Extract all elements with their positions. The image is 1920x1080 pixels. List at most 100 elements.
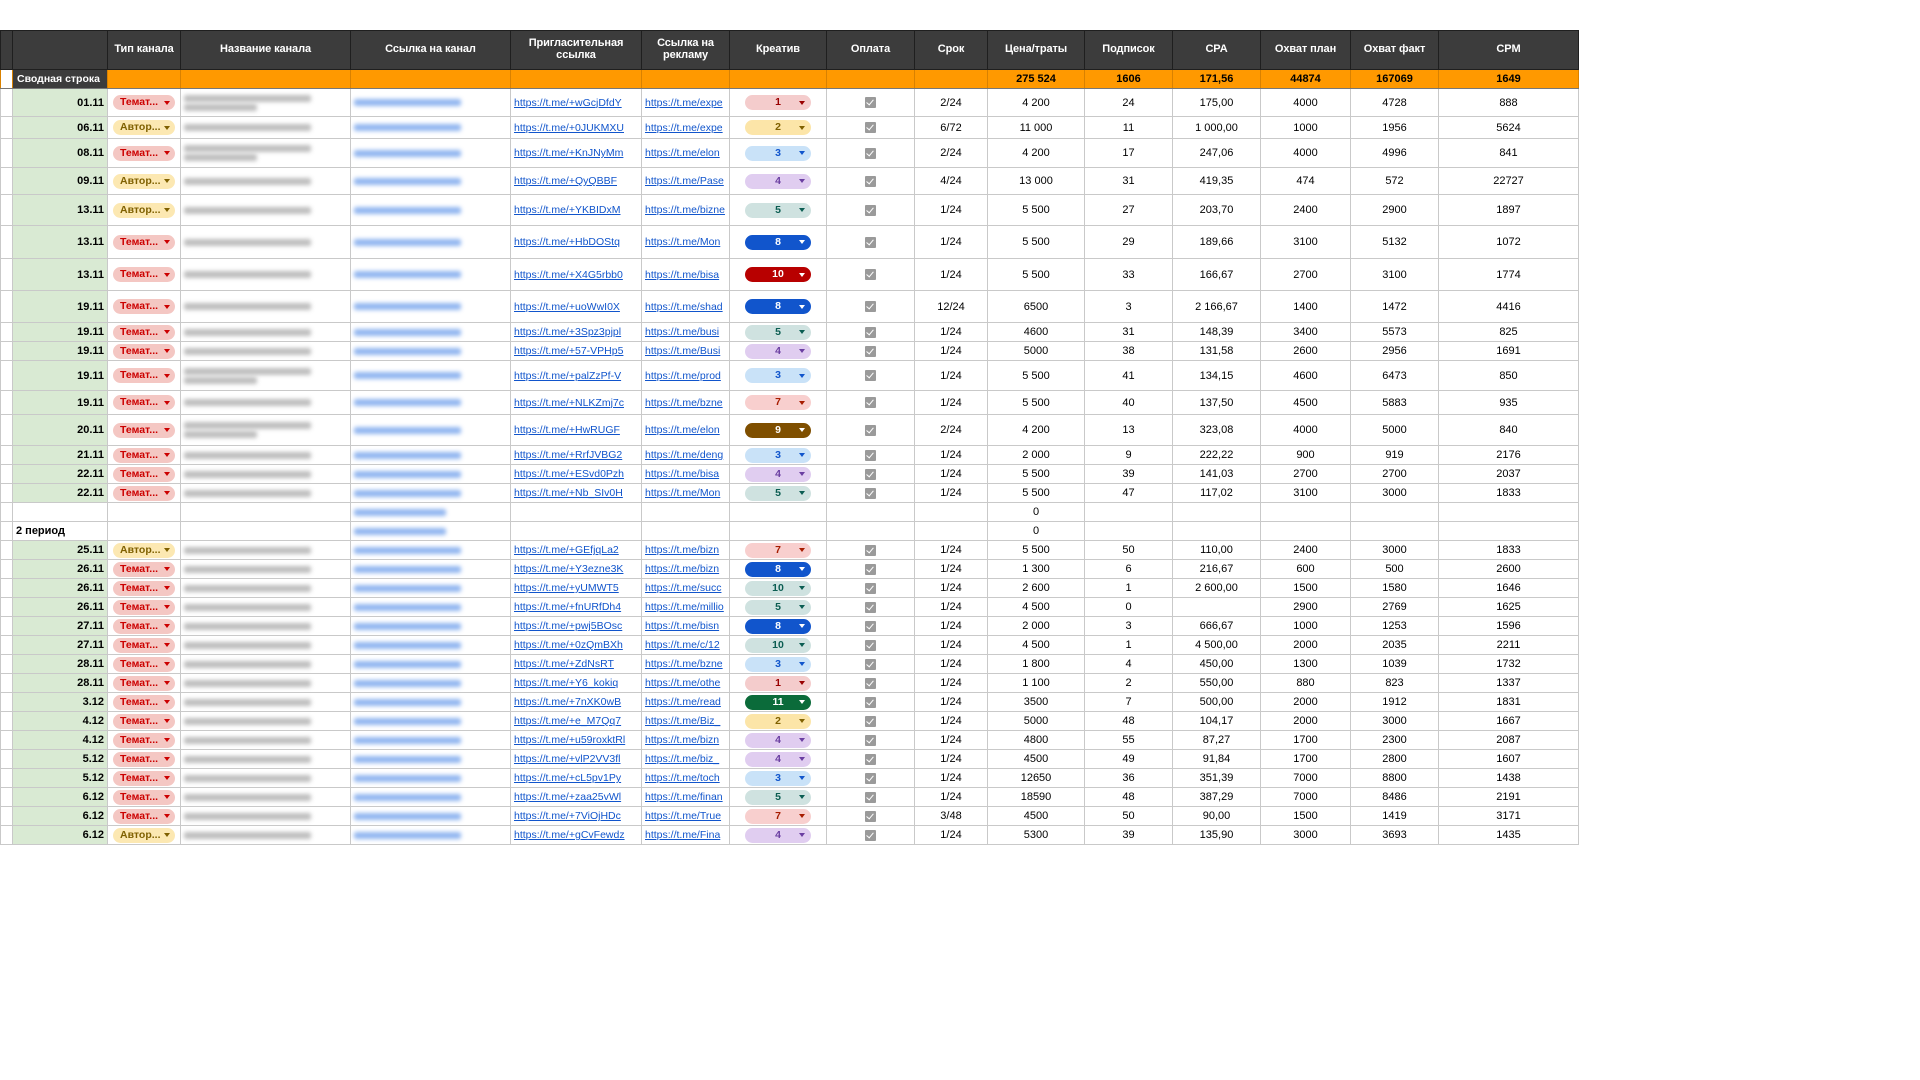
cell-reach-plan[interactable]: 2000 <box>1260 711 1351 731</box>
cell-reach-fact[interactable]: 8486 <box>1350 787 1439 807</box>
cell-reach-fact[interactable]: 6473 <box>1350 360 1439 391</box>
chevron-down-icon[interactable] <box>164 373 170 378</box>
cell-invite-link[interactable]: https://t.me/+0zQmBXh <box>510 635 642 655</box>
cell-price[interactable]: 2 600 <box>987 578 1085 598</box>
cell-term[interactable]: 2/24 <box>914 138 988 168</box>
cell-price[interactable]: 12650 <box>987 768 1085 788</box>
cell-payment[interactable] <box>826 138 915 168</box>
cell-channel-link[interactable] <box>350 167 511 195</box>
cell-invite-link[interactable]: https://t.me/+uoWwI0X <box>510 290 642 323</box>
cell-invite-link[interactable]: https://t.me/+Nb_SIv0H <box>510 483 642 503</box>
cell-channel-type[interactable]: Автор... <box>107 825 181 845</box>
cell-payment[interactable] <box>826 390 915 415</box>
cell-ad-link[interactable]: https://t.me/read <box>641 692 730 712</box>
cell-payment[interactable] <box>826 167 915 195</box>
cell-cpa[interactable]: 134,15 <box>1172 360 1261 391</box>
row-stub[interactable] <box>0 673 13 693</box>
cell-invite-link[interactable]: https://t.me/+yUMWT5 <box>510 578 642 598</box>
cell-cpm[interactable]: 840 <box>1438 414 1579 446</box>
cell-payment[interactable] <box>826 322 915 342</box>
header-reach-fact[interactable]: Охват факт <box>1350 30 1439 70</box>
cell-reach-fact[interactable]: 823 <box>1350 673 1439 693</box>
cell-cpm[interactable]: 1833 <box>1438 483 1579 503</box>
cell-creative[interactable]: 4 <box>729 464 827 484</box>
cell-reach-fact[interactable]: 2956 <box>1350 341 1439 361</box>
cell-term[interactable]: 1/24 <box>914 749 988 769</box>
chevron-down-icon[interactable] <box>164 151 170 155</box>
table-row[interactable]: 19.11 Темат... https://t.me/+palZzPf-V http… <box>0 360 1579 391</box>
cell-term[interactable]: 1/24 <box>914 341 988 361</box>
creative-chip[interactable]: 8 <box>745 234 811 250</box>
chevron-down-icon[interactable] <box>799 719 805 723</box>
cell-price[interactable]: 3500 <box>987 692 1085 712</box>
cell-date[interactable]: 3.12 <box>12 692 108 712</box>
cell-cpa[interactable]: 141,03 <box>1172 464 1261 484</box>
cell-cpa[interactable]: 666,67 <box>1172 616 1261 636</box>
cell-channel-link[interactable] <box>350 616 511 636</box>
chevron-down-icon[interactable] <box>164 643 170 647</box>
cell-invite-link[interactable]: https://t.me/+0JUKMXU <box>510 116 642 139</box>
channel-type-chip[interactable]: Темат... <box>113 234 175 250</box>
cell-channel-type[interactable]: Темат... <box>107 88 181 117</box>
cell-reach-plan[interactable]: 4600 <box>1260 360 1351 391</box>
cell-creative[interactable]: 4 <box>729 749 827 769</box>
channel-type-chip[interactable]: Темат... <box>113 789 175 805</box>
cell-cpm[interactable]: 1691 <box>1438 341 1579 361</box>
cell-invite-link[interactable]: https://t.me/+ZdNsRT <box>510 654 642 674</box>
checkbox-checked-icon[interactable] <box>865 677 876 689</box>
cell-channel-link[interactable] <box>350 787 511 807</box>
cell-reach-fact[interactable]: 3000 <box>1350 711 1439 731</box>
cell-ad-link[interactable]: https://t.me/Mon <box>641 483 730 503</box>
chevron-down-icon[interactable] <box>799 330 805 334</box>
cell-reach-fact[interactable]: 1039 <box>1350 654 1439 674</box>
checkbox-checked-icon[interactable] <box>865 696 876 708</box>
cell-invite-link[interactable]: https://t.me/+u59roxktRl <box>510 730 642 750</box>
cell-date[interactable]: 28.11 <box>12 654 108 674</box>
cell-ad-link[interactable]: https://t.me/bizn <box>641 540 730 560</box>
chevron-down-icon[interactable] <box>799 349 805 353</box>
cell-ad-link[interactable]: https://t.me/prod <box>641 360 730 391</box>
chevron-down-icon[interactable] <box>799 643 805 647</box>
cell-invite-link[interactable]: https://t.me/+palZzPf-V <box>510 360 642 391</box>
row-stub[interactable] <box>0 806 13 826</box>
chevron-down-icon[interactable] <box>799 472 805 476</box>
chevron-down-icon[interactable] <box>164 548 170 552</box>
cell-date[interactable]: 26.11 <box>12 559 108 579</box>
cell-cpa[interactable]: 2 600,00 <box>1172 578 1261 598</box>
cell-reach-fact[interactable]: 5132 <box>1350 225 1439 259</box>
table-row[interactable]: 19.11 Темат... https://t.me/+uoWwI0X https:… <box>0 290 1579 323</box>
cell-payment[interactable] <box>826 768 915 788</box>
cell-term[interactable]: 6/72 <box>914 116 988 139</box>
header-date[interactable] <box>12 30 108 70</box>
cell-payment[interactable] <box>826 464 915 484</box>
cell-payment[interactable] <box>826 673 915 693</box>
creative-chip[interactable]: 4 <box>745 827 811 843</box>
chevron-down-icon[interactable] <box>799 453 805 457</box>
header-creative[interactable]: Креатив <box>729 30 827 70</box>
cell-cpm[interactable]: 2211 <box>1438 635 1579 655</box>
cell-payment[interactable] <box>826 635 915 655</box>
cell-channel-link[interactable] <box>350 258 511 291</box>
creative-chip[interactable]: 8 <box>745 561 811 577</box>
cell-channel-link[interactable] <box>350 711 511 731</box>
cell-term[interactable]: 1/24 <box>914 360 988 391</box>
cell-channel-type[interactable]: Темат... <box>107 445 181 465</box>
header-price[interactable]: Цена/траты <box>987 30 1085 70</box>
cell-reach-fact[interactable]: 2769 <box>1350 597 1439 617</box>
chevron-down-icon[interactable] <box>164 491 170 495</box>
chevron-down-icon[interactable] <box>799 304 805 309</box>
cell-ad-link[interactable]: https://t.me/deng <box>641 445 730 465</box>
cell-reach-plan[interactable]: 4000 <box>1260 414 1351 446</box>
header-cpm[interactable]: CPM <box>1438 30 1579 70</box>
cell-cpa[interactable]: 387,29 <box>1172 787 1261 807</box>
cell-price[interactable]: 4500 <box>987 749 1085 769</box>
chevron-down-icon[interactable] <box>164 586 170 590</box>
cell-term[interactable]: 1/24 <box>914 445 988 465</box>
cell-ad-link[interactable]: https://t.me/elon <box>641 138 730 168</box>
checkbox-checked-icon[interactable] <box>865 269 876 281</box>
cell-channel-type[interactable]: Темат... <box>107 635 181 655</box>
cell-creative[interactable]: 9 <box>729 414 827 446</box>
cell-price[interactable]: 1 800 <box>987 654 1085 674</box>
table-row[interactable]: 19.11 Темат... https://t.me/+57-VPHp5 https… <box>0 341 1579 361</box>
cell-creative[interactable]: 5 <box>729 194 827 226</box>
